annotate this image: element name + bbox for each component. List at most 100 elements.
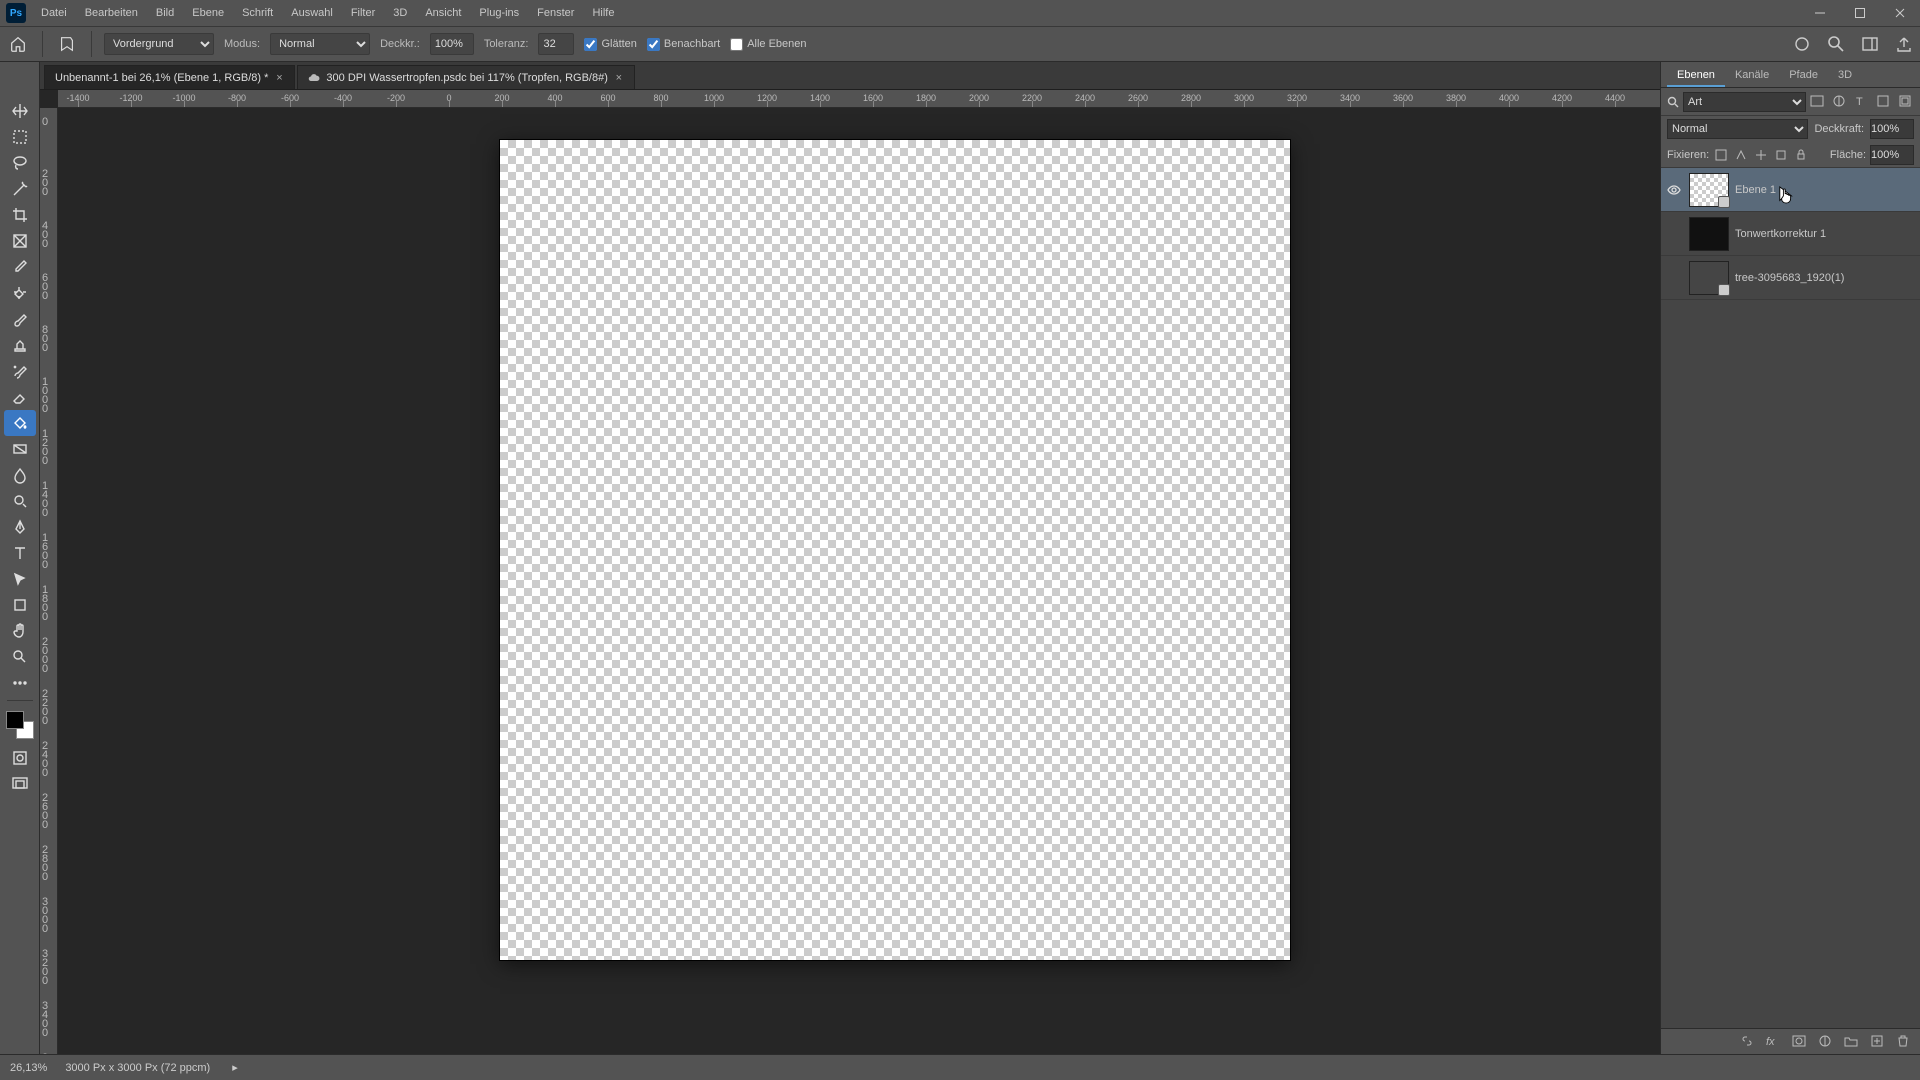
lasso-tool[interactable] bbox=[4, 150, 36, 176]
eraser-tool[interactable] bbox=[4, 384, 36, 410]
layer-opacity-input[interactable] bbox=[1870, 119, 1914, 139]
layer-thumbnail[interactable] bbox=[1689, 173, 1729, 207]
lock-transparent-icon[interactable] bbox=[1713, 147, 1729, 163]
all-layers-checkbox[interactable]: Alle Ebenen bbox=[730, 38, 806, 51]
hand-tool[interactable] bbox=[4, 618, 36, 644]
layer-visibility-icon[interactable] bbox=[1665, 183, 1683, 197]
blur-tool[interactable] bbox=[4, 462, 36, 488]
filter-pixel-icon[interactable] bbox=[1810, 94, 1826, 110]
layer-group-icon[interactable] bbox=[1844, 1034, 1860, 1050]
document-tab[interactable]: Unbenannt-1 bei 26,1% (Ebene 1, RGB/8) *… bbox=[44, 65, 295, 89]
panel-tab-pfade[interactable]: Pfade bbox=[1779, 65, 1828, 87]
panel-tab-ebenen[interactable]: Ebenen bbox=[1667, 65, 1725, 87]
menu-bild[interactable]: Bild bbox=[147, 0, 183, 26]
layer-fill-input[interactable] bbox=[1870, 145, 1914, 165]
layer-thumbnail[interactable] bbox=[1689, 261, 1729, 295]
layer-blend-mode-select[interactable]: Normal bbox=[1667, 119, 1808, 139]
gradient-tool[interactable] bbox=[4, 436, 36, 462]
layer-thumbnail[interactable] bbox=[1689, 217, 1729, 251]
menu-auswahl[interactable]: Auswahl bbox=[282, 0, 342, 26]
layer-row[interactable]: Tonwertkorrektur 1 bbox=[1661, 212, 1920, 256]
filter-type-icon[interactable]: T bbox=[1854, 94, 1870, 110]
close-tab-icon[interactable]: × bbox=[614, 73, 624, 83]
ruler-h-tick: 2200 bbox=[1022, 93, 1042, 103]
move-tool[interactable] bbox=[4, 98, 36, 124]
frame-tool[interactable] bbox=[4, 228, 36, 254]
paint-bucket-tool[interactable] bbox=[4, 410, 36, 436]
blend-mode-select[interactable]: Normal bbox=[270, 33, 370, 55]
panel-tab-kanäle[interactable]: Kanäle bbox=[1725, 65, 1779, 87]
current-tool-icon[interactable] bbox=[55, 32, 79, 56]
link-layers-icon[interactable] bbox=[1740, 1034, 1756, 1050]
menu-datei[interactable]: Datei bbox=[32, 0, 76, 26]
window-minimize-button[interactable] bbox=[1800, 0, 1840, 26]
filter-smart-icon[interactable] bbox=[1898, 94, 1914, 110]
dodge-tool[interactable] bbox=[4, 488, 36, 514]
workspace-icon[interactable] bbox=[1860, 34, 1880, 54]
type-tool[interactable] bbox=[4, 540, 36, 566]
panel-tab-3d[interactable]: 3D bbox=[1828, 65, 1862, 87]
lock-all-icon[interactable] bbox=[1793, 147, 1809, 163]
more-tools[interactable] bbox=[4, 670, 36, 696]
share-icon[interactable] bbox=[1894, 34, 1914, 54]
doc-info[interactable]: 3000 Px x 3000 Px (72 ppcm) bbox=[65, 1062, 210, 1074]
path-select-tool[interactable] bbox=[4, 566, 36, 592]
eyedropper-tool[interactable] bbox=[4, 254, 36, 280]
pen-tool[interactable] bbox=[4, 514, 36, 540]
layer-fx-icon[interactable]: fx bbox=[1766, 1034, 1782, 1050]
close-tab-icon[interactable]: × bbox=[274, 73, 284, 83]
layer-name[interactable]: Ebene 1 bbox=[1735, 184, 1916, 196]
shape-tool[interactable] bbox=[4, 592, 36, 618]
antialias-checkbox[interactable]: Glätten bbox=[584, 38, 636, 51]
fg-color-swatch[interactable] bbox=[6, 711, 24, 729]
document-canvas[interactable] bbox=[500, 140, 1290, 960]
layer-mask-icon[interactable] bbox=[1792, 1034, 1808, 1050]
layer-row[interactable]: Ebene 1 bbox=[1661, 168, 1920, 212]
menu-schrift[interactable]: Schrift bbox=[233, 0, 282, 26]
contiguous-checkbox[interactable]: Benachbart bbox=[647, 38, 720, 51]
home-button[interactable] bbox=[6, 32, 30, 56]
magic-wand-tool[interactable] bbox=[4, 176, 36, 202]
menu-3d[interactable]: 3D bbox=[384, 0, 416, 26]
delete-layer-icon[interactable] bbox=[1896, 1034, 1912, 1050]
cloud-docs-icon[interactable] bbox=[1792, 34, 1812, 54]
color-swatches[interactable] bbox=[6, 711, 34, 739]
tolerance-input[interactable] bbox=[538, 33, 574, 55]
lock-nesting-icon[interactable] bbox=[1773, 147, 1789, 163]
clone-stamp-tool[interactable] bbox=[4, 332, 36, 358]
layer-name[interactable]: tree-3095683_1920(1) bbox=[1735, 272, 1916, 284]
new-layer-icon[interactable] bbox=[1870, 1034, 1886, 1050]
lock-position-icon[interactable] bbox=[1753, 147, 1769, 163]
adjustment-layer-icon[interactable] bbox=[1818, 1034, 1834, 1050]
screen-mode-button[interactable] bbox=[4, 771, 36, 797]
menu-ebene[interactable]: Ebene bbox=[183, 0, 233, 26]
window-close-button[interactable] bbox=[1880, 0, 1920, 26]
healing-brush-tool[interactable] bbox=[4, 280, 36, 306]
fill-source-select[interactable]: Vordergrund bbox=[104, 33, 214, 55]
marquee-tool[interactable] bbox=[4, 124, 36, 150]
menu-plug-ins[interactable]: Plug-ins bbox=[470, 0, 528, 26]
layer-name[interactable]: Tonwertkorrektur 1 bbox=[1735, 228, 1916, 240]
menu-fenster[interactable]: Fenster bbox=[528, 0, 583, 26]
zoom-value[interactable]: 26,13% bbox=[10, 1062, 47, 1074]
menu-ansicht[interactable]: Ansicht bbox=[416, 0, 470, 26]
lock-pixels-icon[interactable] bbox=[1733, 147, 1749, 163]
search-icon[interactable] bbox=[1826, 34, 1846, 54]
layer-row[interactable]: tree-3095683_1920(1) bbox=[1661, 256, 1920, 300]
zoom-tool[interactable] bbox=[4, 644, 36, 670]
menu-filter[interactable]: Filter bbox=[342, 0, 384, 26]
opacity-input[interactable] bbox=[430, 33, 474, 55]
ruler-h-tick: 3400 bbox=[1340, 93, 1360, 103]
menu-bearbeiten[interactable]: Bearbeiten bbox=[76, 0, 147, 26]
filter-shape-icon[interactable] bbox=[1876, 94, 1892, 110]
filter-adjust-icon[interactable] bbox=[1832, 94, 1848, 110]
crop-tool[interactable] bbox=[4, 202, 36, 228]
brush-tool[interactable] bbox=[4, 306, 36, 332]
document-tab[interactable]: 300 DPI Wassertropfen.psdc bei 117% (Tro… bbox=[297, 65, 634, 89]
menu-hilfe[interactable]: Hilfe bbox=[583, 0, 623, 26]
quick-mask-button[interactable] bbox=[4, 745, 36, 771]
window-maximize-button[interactable] bbox=[1840, 0, 1880, 26]
status-menu-icon[interactable]: ▸ bbox=[232, 1061, 238, 1074]
history-brush-tool[interactable] bbox=[4, 358, 36, 384]
layer-filter-kind-select[interactable]: Art bbox=[1683, 92, 1806, 112]
